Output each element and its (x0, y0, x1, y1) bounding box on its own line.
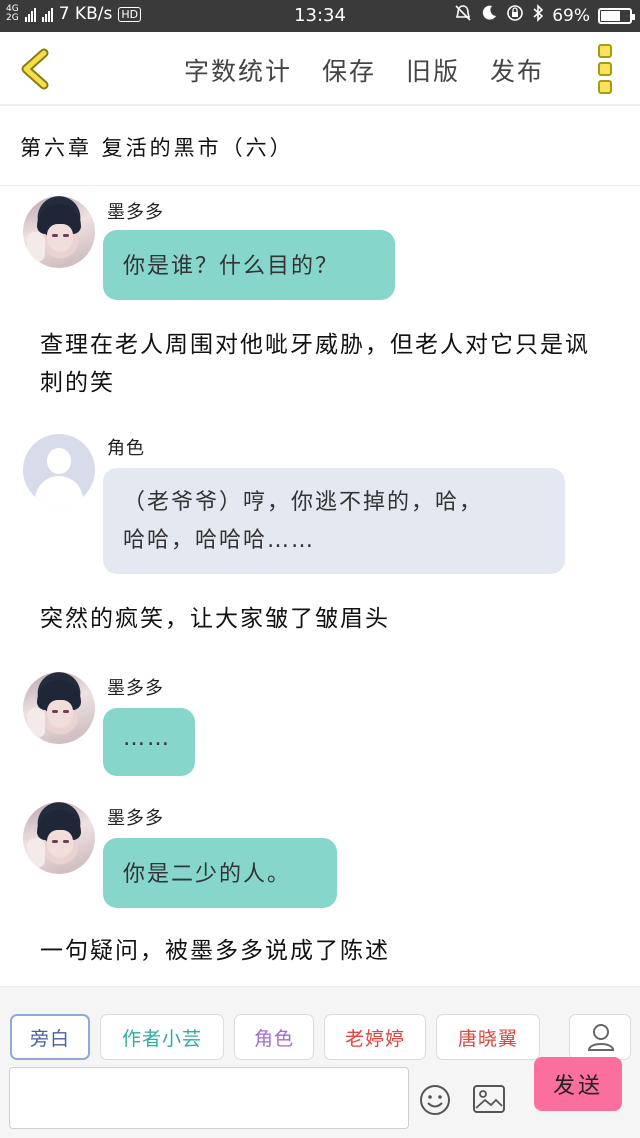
role-label: 作者小芸 (121, 1027, 202, 1050)
role-author[interactable]: 作者小芸 (100, 1014, 224, 1060)
smiley-icon (420, 1085, 450, 1115)
chat-bubble-line: 哈哈，哈哈哈…… (123, 528, 316, 553)
editor-toolbar: 字数统计 保存 旧版 发布 (0, 32, 640, 106)
chat-message[interactable]: 墨多多 你是谁？什么目的？ (0, 194, 640, 304)
chat-bubble[interactable]: 你是二少的人。 (103, 838, 337, 908)
word-count-button[interactable]: 字数统计 (184, 52, 292, 88)
avatar[interactable] (23, 196, 95, 268)
more-menu-button[interactable] (598, 44, 614, 94)
chat-bubble[interactable]: …… (103, 708, 195, 776)
chat-message[interactable]: 墨多多 你是二少的人。 (0, 800, 640, 910)
speaker-name: 墨多多 (107, 678, 164, 699)
chat-message[interactable]: 角色 （老爷爷）哼，你逃不掉的，哈， 哈哈，哈哈哈…… (0, 432, 640, 582)
add-character-button[interactable] (569, 1014, 631, 1060)
chat-message[interactable]: 墨多多 …… (0, 670, 640, 780)
image-icon (473, 1085, 505, 1113)
user-icon (587, 1024, 615, 1051)
role-narrator[interactable]: 旁白 (10, 1014, 90, 1060)
message-input[interactable] (9, 1067, 409, 1129)
role-label: 唐晓翼 (457, 1027, 518, 1050)
publish-button[interactable]: 发布 (490, 52, 544, 88)
save-button[interactable]: 保存 (322, 52, 376, 88)
status-bar: 4G 2G 7 KB/s HD 13:34 69% (0, 0, 640, 32)
bluetooth-icon (532, 4, 544, 27)
avatar-placeholder-icon[interactable] (23, 434, 95, 506)
speaker-name: 墨多多 (107, 808, 164, 829)
narration-text[interactable]: 突然的疯笑，让大家皱了皱眉头 (40, 600, 610, 638)
role-laotingting[interactable]: 老婷婷 (324, 1014, 426, 1060)
back-button[interactable] (14, 47, 58, 91)
role-label: 角色 (253, 1027, 294, 1050)
chevron-left-icon (21, 48, 49, 90)
insert-image-button[interactable] (472, 1084, 506, 1114)
speaker-name: 角色 (107, 438, 145, 459)
chat-bubble-line: （老爷爷）哼，你逃不掉的，哈， (123, 490, 484, 515)
lock-rotation-icon (506, 4, 524, 27)
composer-panel: 旁白 作者小芸 角色 老婷婷 唐晓翼 发送 (0, 986, 640, 1138)
battery-icon (598, 7, 635, 24)
role-label: 老婷婷 (344, 1027, 405, 1050)
chat-bubble[interactable]: （老爷爷）哼，你逃不掉的，哈， 哈哈，哈哈哈…… (103, 468, 565, 574)
battery-percent: 69% (552, 5, 590, 26)
narration-text[interactable]: 一句疑问，被墨多多说成了陈述 (40, 932, 610, 970)
avatar[interactable] (23, 672, 95, 744)
emoji-button[interactable] (419, 1084, 451, 1116)
menu-square-icon (598, 44, 612, 58)
menu-square-icon (598, 80, 612, 94)
notification-off-icon (454, 4, 472, 27)
narration-text[interactable]: 查理在老人周围对他呲牙威胁，但老人对它只是讽刺的笑 (40, 326, 610, 402)
avatar[interactable] (23, 802, 95, 874)
moon-icon (480, 4, 498, 27)
battery-fill (601, 10, 620, 21)
role-tangxiaoyi[interactable]: 唐晓翼 (436, 1014, 540, 1060)
old-version-button[interactable]: 旧版 (406, 52, 460, 88)
story-feed[interactable]: 墨多多 你是谁？什么目的？ 查理在老人周围对他呲牙威胁，但老人对它只是讽刺的笑 … (0, 186, 640, 986)
menu-square-icon (598, 62, 612, 76)
speaker-name: 墨多多 (107, 202, 164, 223)
role-label: 旁白 (29, 1027, 70, 1050)
chapter-title[interactable]: 第六章 复活的黑市（六） (20, 132, 294, 162)
role-character[interactable]: 角色 (234, 1014, 314, 1060)
send-button[interactable]: 发送 (534, 1057, 622, 1111)
chapter-header: 第六章 复活的黑市（六） (0, 106, 640, 186)
role-selector: 旁白 作者小芸 角色 老婷婷 唐晓翼 (10, 1014, 540, 1060)
chat-bubble[interactable]: 你是谁？什么目的？ (103, 230, 395, 300)
